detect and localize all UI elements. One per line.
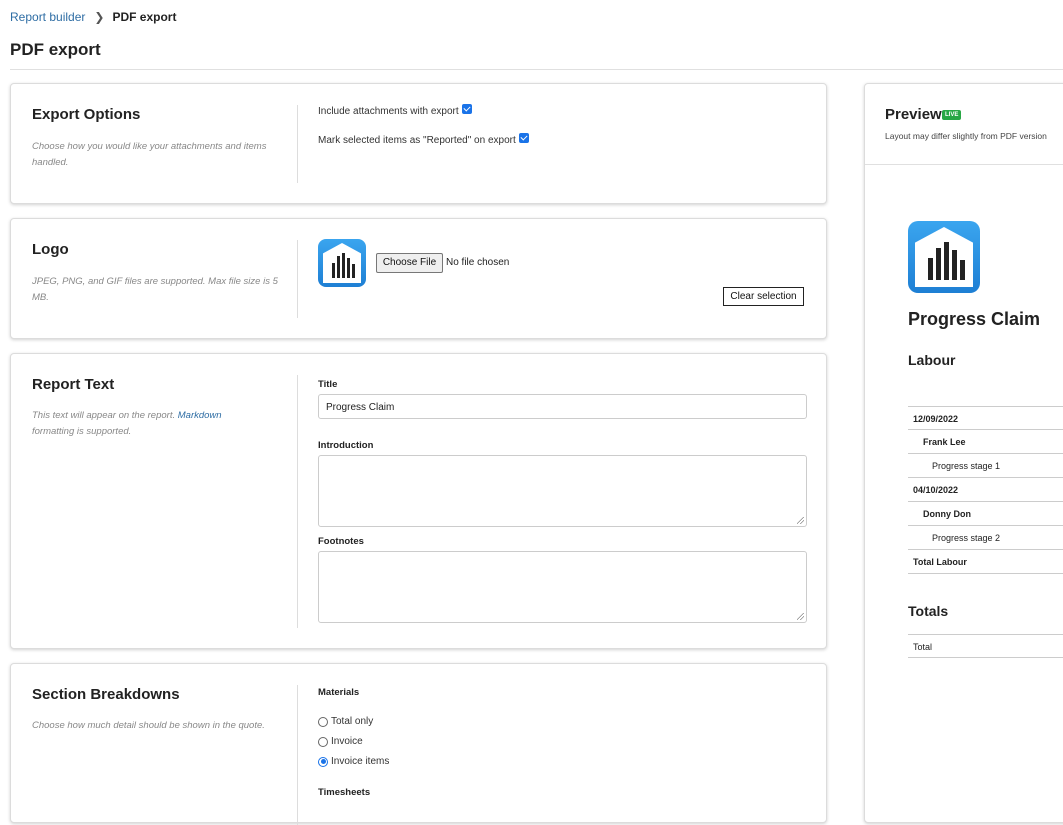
timesheets-label: Timesheets [318,787,371,798]
report-text-heading: Report Text [32,376,115,393]
footnotes-label: Footnotes [318,536,364,547]
preview-row-person: Donny Don [908,502,1063,526]
preview-divider [865,164,1063,165]
breadcrumb: Report builder ❯ PDF export [10,10,176,24]
export-options-description: Choose how you would like your attachmen… [32,141,267,168]
include-attachments-option: Include attachments with export [318,103,472,117]
preview-title: Preview [885,106,942,123]
logo-card: Logo JPEG, PNG, and GIF files are suppor… [10,218,827,339]
preview-row-person: Frank Lee [908,430,1063,454]
radio-button[interactable] [318,736,328,747]
logo-description: JPEG, PNG, and GIF files are supported. … [32,276,278,303]
radio-label: Total only [331,716,374,727]
report-text-description: This text will appear on the report. Mar… [32,408,262,440]
materials-label: Materials [318,687,360,698]
export-options-card: Export Options Choose how you would like… [10,83,827,204]
preview-labour-heading: Labour [908,352,956,368]
preview-row-date: 04/10/2022 [908,478,1063,502]
title-divider [10,69,1063,70]
card-divider [297,375,298,628]
radio-button[interactable] [318,716,328,727]
page-title: PDF export [10,40,101,59]
live-badge: LIVE [942,110,962,120]
radio-label: Invoice [331,736,363,747]
title-input-value: Progress Claim [326,402,395,413]
breadcrumb-link-report-builder[interactable]: Report builder [10,10,85,24]
preview-panel: Preview LIVE Layout may differ slightly … [864,83,1063,823]
file-status: No file chosen [446,257,510,268]
include-attachments-label: Include attachments with export [318,106,459,117]
mark-reported-checkbox[interactable] [518,132,529,143]
breadcrumb-current: PDF export [112,10,177,24]
section-breakdowns-card: Section Breakdowns Choose how much detai… [10,663,827,825]
mark-reported-label: Mark selected items as "Reported" on exp… [318,135,516,146]
radio-label: Invoice items [331,756,390,767]
materials-option-total-only[interactable]: Total only [318,716,373,727]
report-text-description-suffix: formatting is supported. [32,426,132,437]
export-options-heading: Export Options [32,106,141,123]
resize-handle-icon[interactable] [797,517,804,524]
title-label: Title [318,379,338,390]
section-breakdowns-description: Choose how much detail should be shown i… [32,720,265,731]
preview-document-title: Progress Claim [908,309,1041,329]
logo-thumbnail [318,239,366,287]
introduction-textarea[interactable] [318,455,807,527]
preview-row-stage: Progress stage 1 [908,454,1063,478]
footnotes-textarea[interactable] [318,551,807,623]
mark-reported-option: Mark selected items as "Reported" on exp… [318,132,529,146]
preview-logo [908,221,980,293]
section-breakdowns-heading: Section Breakdowns [32,686,180,703]
choose-file-button[interactable]: Choose File [376,253,443,273]
preview-totals-heading: Totals [908,603,949,619]
preview-row-total: Total [908,634,1063,658]
preview-subtitle: Layout may differ slightly from PDF vers… [885,131,1047,141]
card-divider [297,685,298,825]
radio-button-selected[interactable] [318,756,328,767]
preview-row-total-labour: Total Labour [908,550,1063,574]
title-input[interactable]: Progress Claim [318,394,807,419]
introduction-label: Introduction [318,440,374,451]
preview-row-stage: Progress stage 2 [908,526,1063,550]
report-text-description-prefix: This text will appear on the report. [32,410,176,421]
logo-heading: Logo [32,241,69,258]
preview-row-date: 12/09/2022 [908,406,1063,430]
card-divider [297,240,298,318]
card-divider [297,105,298,183]
report-text-card: Report Text This text will appear on the… [10,353,827,649]
resize-handle-icon[interactable] [797,613,804,620]
markdown-link[interactable]: Markdown [178,410,222,421]
materials-option-invoice-items[interactable]: Invoice items [318,756,389,767]
include-attachments-checkbox[interactable] [461,103,472,114]
materials-option-invoice[interactable]: Invoice [318,736,363,747]
clear-selection-button[interactable]: Clear selection [723,287,804,306]
chevron-right-icon: ❯ [94,10,105,24]
